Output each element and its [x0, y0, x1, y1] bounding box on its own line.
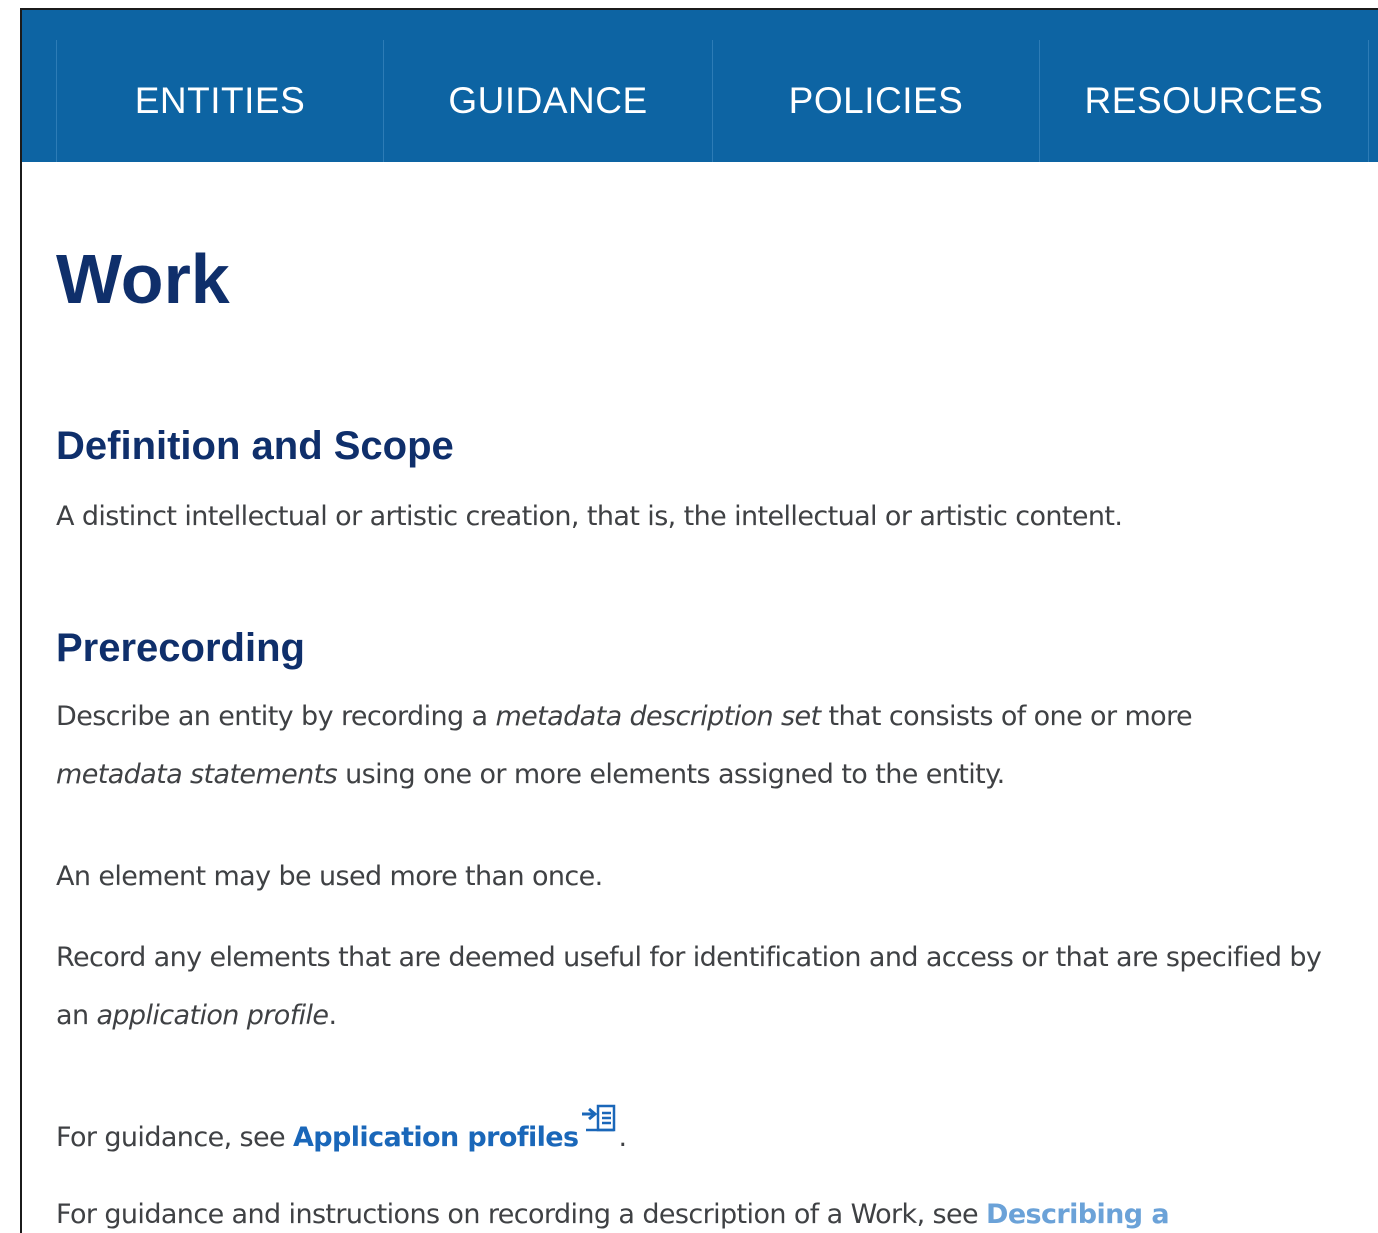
term-application-profile: application profile — [96, 1000, 329, 1031]
nav-item-entities[interactable]: ENTITIES — [56, 40, 383, 162]
nav-item-label: POLICIES — [788, 80, 964, 121]
prerecording-paragraph-record: Record any elements that are deemed usef… — [56, 929, 1356, 1045]
prerecording-heading: Prerecording — [56, 626, 305, 670]
definition-heading: Definition and Scope — [56, 424, 454, 468]
definition-text: A distinct intellectual or artistic crea… — [56, 501, 1123, 532]
text-segment: Describe an entity by recording a — [56, 701, 496, 732]
term-metadata-description-set: metadata description set — [495, 701, 821, 732]
prerecording-paragraph-guidance: For guidance, see Application profiles. — [56, 1104, 1356, 1167]
link-label: Application profiles — [293, 1122, 579, 1153]
nav-item-label: ENTITIES — [134, 80, 306, 121]
text-segment: For guidance, see — [56, 1122, 294, 1153]
nav-item-resources[interactable]: RESOURCES — [1039, 40, 1368, 162]
application-profiles-link[interactable]: Application profiles — [293, 1104, 618, 1153]
internal-link-icon — [582, 1104, 616, 1132]
page-title: Work — [56, 240, 230, 318]
nav-divider — [1368, 40, 1369, 162]
page-frame: ENTITIES GUIDANCE POLICIES RESOURCES Wor… — [20, 8, 1378, 1233]
top-navigation: ENTITIES GUIDANCE POLICIES RESOURCES — [22, 10, 1378, 162]
prerecording-paragraph-describe: Describe an entity by recording a metada… — [56, 688, 1356, 804]
text-segment: that consists of one or more — [820, 701, 1193, 732]
describing-a-work-link[interactable]: Describing a — [986, 1199, 1170, 1230]
text-segment: . — [328, 1000, 337, 1031]
nav-item-label: RESOURCES — [1084, 80, 1324, 121]
prerecording-paragraph-repeat: An element may be used more than once. — [56, 861, 603, 892]
text-segment: using one or more elements assigned to t… — [337, 759, 1005, 790]
nav-item-label: GUIDANCE — [448, 80, 648, 121]
text-segment: . — [618, 1122, 627, 1153]
term-metadata-statements: metadata statements — [56, 759, 338, 790]
text-segment: For guidance and instructions on recordi… — [56, 1199, 987, 1230]
nav-item-guidance[interactable]: GUIDANCE — [383, 40, 712, 162]
prerecording-paragraph-describing: For guidance and instructions on recordi… — [56, 1186, 1356, 1233]
nav-item-policies[interactable]: POLICIES — [712, 40, 1039, 162]
